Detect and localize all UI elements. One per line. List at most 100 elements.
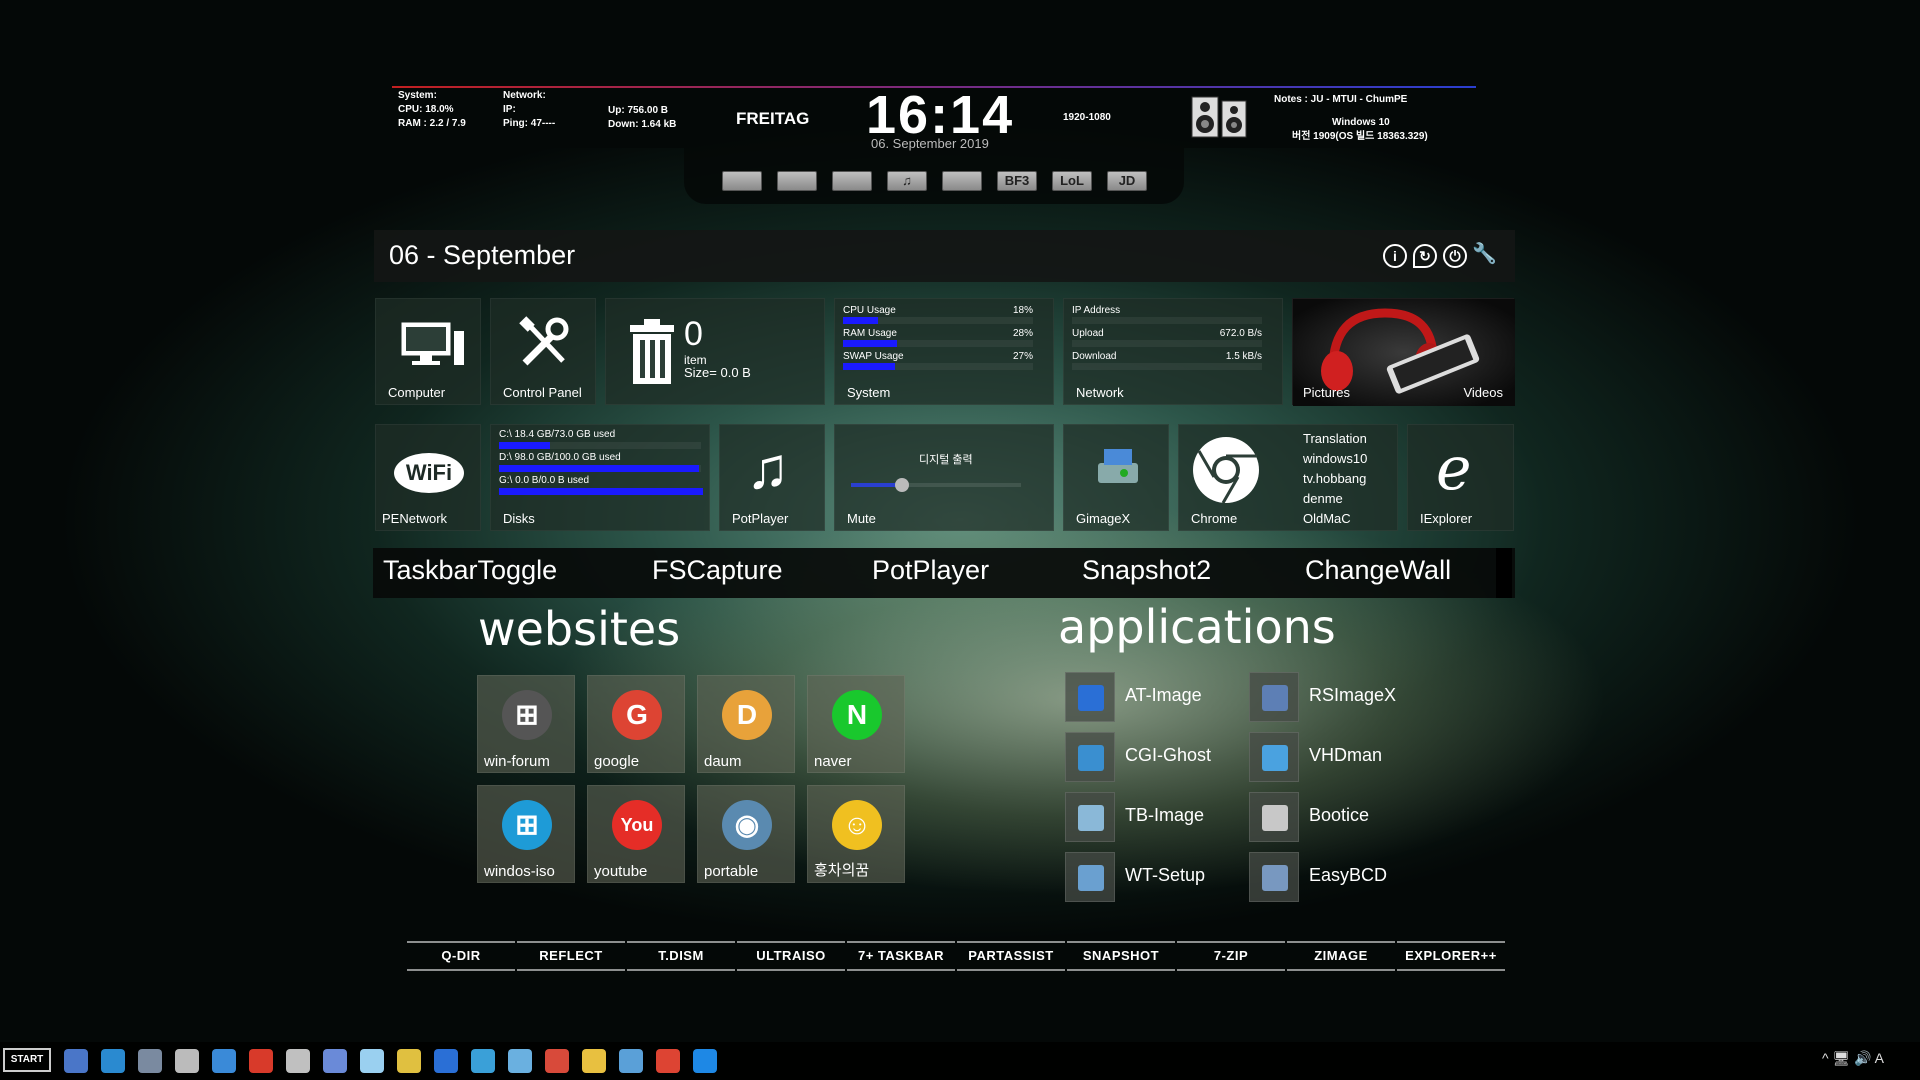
quick-launch-item[interactable]: Q-DIR	[407, 941, 515, 971]
network-label: Network	[1076, 385, 1124, 400]
stat-label: CPU Usage	[843, 305, 896, 316]
website-tile[interactable]: Ddaum	[697, 675, 795, 773]
disks-tile[interactable]: C:\ 18.4 GB/73.0 GB used D:\ 98.0 GB/100.…	[490, 424, 710, 531]
link-item[interactable]: denme	[1303, 489, 1367, 509]
quick-launch-item[interactable]: REFLECT	[517, 941, 625, 971]
website-tile[interactable]: ◉ portable	[697, 785, 795, 883]
music-icon[interactable]: ♫	[887, 171, 927, 191]
user-icon[interactable]	[64, 1049, 88, 1073]
pictures-label[interactable]: Pictures	[1303, 385, 1350, 400]
system-tray[interactable]: ^ 🖥 🔊 A	[1822, 1050, 1884, 1067]
usb-icon[interactable]	[175, 1049, 199, 1073]
launcher-item[interactable]: TaskbarToggle	[383, 555, 557, 586]
frame-icon[interactable]	[545, 1049, 569, 1073]
vhdman-icon	[1249, 732, 1299, 782]
network-tile[interactable]: IP Address Upload 672.0 B/s Download 1.5 kB/…	[1063, 298, 1283, 405]
website-tile[interactable]: ⊞ windos-iso	[477, 785, 575, 883]
system-tile[interactable]: CPU Usage 18% RAM Usage 28% SWAP Usage 27% Sy…	[834, 298, 1054, 405]
application-item[interactable]: EasyBCD	[1249, 852, 1419, 902]
launcher-item[interactable]: FSCapture	[652, 555, 783, 586]
monitor-icon[interactable]	[722, 171, 762, 191]
wrench-icon[interactable]: 🔧	[1472, 244, 1497, 268]
chrome-links-tile[interactable]: Chrome Translation windows10 tv.hobbang den…	[1178, 424, 1398, 531]
launcher-scrollbar[interactable]	[1496, 548, 1512, 598]
website-tile[interactable]: You youtube	[587, 785, 685, 883]
computer-tile[interactable]: Computer	[375, 298, 481, 405]
start-button[interactable]: START	[3, 1048, 51, 1072]
lol-icon[interactable]: LoL	[1052, 171, 1092, 191]
quick-launch-item[interactable]: PARTASSIST	[957, 941, 1065, 971]
website-tile[interactable]: Nnaver	[807, 675, 905, 773]
chrome-icon[interactable]	[656, 1049, 680, 1073]
box-icon[interactable]	[471, 1049, 495, 1073]
application-item[interactable]: AT-Image	[1065, 672, 1235, 722]
quick-launch-item[interactable]: T.DISM	[627, 941, 735, 971]
website-tile[interactable]: ⊞ win-forum	[477, 675, 575, 773]
power-icon[interactable]: ⏻	[1443, 244, 1467, 268]
link-item[interactable]: tv.hobbang	[1303, 469, 1367, 489]
quick-launch-item[interactable]: EXPLORER++	[1397, 941, 1505, 971]
website-label: google	[594, 753, 640, 770]
bf3-icon[interactable]: BF3	[997, 171, 1037, 191]
stat-row: IP Address	[1072, 305, 1262, 316]
jd-icon[interactable]: JD	[1107, 171, 1147, 191]
info-icon[interactable]: i	[1383, 244, 1407, 268]
link-item[interactable]: OldMaC	[1303, 509, 1367, 529]
launcher-item[interactable]: Snapshot2	[1082, 555, 1211, 586]
chrome-icon[interactable]	[1191, 435, 1261, 505]
folder-icon[interactable]	[582, 1049, 606, 1073]
volume-slider-knob[interactable]	[895, 478, 909, 492]
stat-label: IP Address	[1072, 305, 1121, 316]
pictures-videos-tile[interactable]: Pictures Videos	[1292, 298, 1515, 406]
profile-photo-icon: ☺	[832, 800, 882, 850]
application-item[interactable]: Bootice	[1249, 792, 1419, 842]
quick-launch-item[interactable]: 7-ZIP	[1177, 941, 1285, 971]
mute-label[interactable]: Mute	[847, 511, 876, 526]
link-item[interactable]: windows10	[1303, 449, 1367, 469]
quick-launch-item[interactable]: ULTRAISO	[737, 941, 845, 971]
text-a-icon[interactable]	[434, 1049, 458, 1073]
gamepad-icon[interactable]	[832, 171, 872, 191]
application-item[interactable]: CGI-Ghost	[1065, 732, 1235, 782]
ie-icon[interactable]	[693, 1049, 717, 1073]
apps-icon[interactable]	[397, 1049, 421, 1073]
application-item[interactable]: RSImageX	[1249, 672, 1419, 722]
monitor-icon[interactable]	[619, 1049, 643, 1073]
application-item[interactable]: VHDman	[1249, 732, 1419, 782]
application-item[interactable]: TB-Image	[1065, 792, 1235, 842]
media-icon[interactable]	[249, 1049, 273, 1073]
rocket-icon[interactable]	[323, 1049, 347, 1073]
circle-icon[interactable]	[101, 1049, 125, 1073]
quick-launch-item[interactable]: ZIMAGE	[1287, 941, 1395, 971]
website-tile[interactable]: Ggoogle	[587, 675, 685, 773]
file-icon[interactable]	[360, 1049, 384, 1073]
at-image-icon	[1065, 672, 1115, 722]
launcher-item[interactable]: ChangeWall	[1305, 555, 1451, 586]
launcher-item[interactable]: PotPlayer	[872, 555, 989, 586]
stat-value: 28%	[1012, 328, 1033, 339]
disc-icon[interactable]	[286, 1049, 310, 1073]
runner-icon[interactable]	[942, 171, 982, 191]
recycle-bin-tile[interactable]: 0 item Size= 0.0 B	[605, 298, 825, 405]
tools-icon[interactable]	[777, 171, 817, 191]
link-item[interactable]: Translation	[1303, 429, 1367, 449]
network-icon[interactable]	[212, 1049, 236, 1073]
quick-launch-item[interactable]: SNAPSHOT	[1067, 941, 1175, 971]
application-label: AT-Image	[1125, 685, 1202, 705]
potplayer-tile[interactable]: ♫ PotPlayer	[719, 424, 825, 531]
penetwork-tile[interactable]: WiFi PENetwork	[375, 424, 481, 531]
install-icon[interactable]	[508, 1049, 532, 1073]
gimagex-icon	[1098, 449, 1138, 483]
restart-icon[interactable]: ↻	[1413, 244, 1437, 268]
iexplorer-tile[interactable]: e IExplorer	[1407, 424, 1514, 531]
application-item[interactable]: WT-Setup	[1065, 852, 1235, 902]
gimagex-tile[interactable]: GimageX	[1063, 424, 1169, 531]
speaker-icon[interactable]	[1191, 95, 1249, 139]
windows-flag-icon: ⊞	[502, 690, 552, 740]
computer-icon[interactable]	[138, 1049, 162, 1073]
quick-launch-item[interactable]: 7+ TASKBAR	[847, 941, 955, 971]
control-panel-tile[interactable]: Control Panel	[490, 298, 596, 405]
volume-tile[interactable]: 디지털 출력 Mute	[834, 424, 1054, 531]
videos-label[interactable]: Videos	[1463, 385, 1503, 400]
website-tile[interactable]: ☺ 홍차의꿈	[807, 785, 905, 883]
